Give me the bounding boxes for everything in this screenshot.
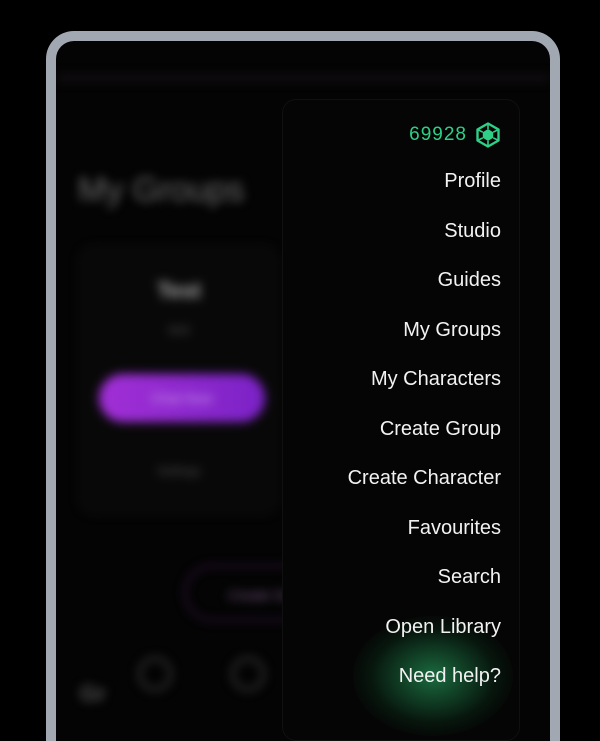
group-subtitle: test [168,322,190,337]
menu-item-need-help[interactable]: Need help? [399,665,501,688]
menu-item-my-characters[interactable]: My Characters [371,368,501,391]
dropdown-menu: 69928 Profile Studio Guides My Groups My… [282,99,520,741]
group-card: Test test Chat Now Settings [80,247,278,513]
top-bar [56,75,550,81]
menu-item-create-group[interactable]: Create Group [380,418,501,441]
menu-item-favourites[interactable]: Favourites [408,517,501,540]
nav-icon [138,657,172,691]
menu-item-create-character[interactable]: Create Character [348,467,501,490]
gem-icon [476,122,500,148]
chat-now-button: Chat Now [99,374,265,422]
group-name: Test [157,278,201,303]
menu-item-profile[interactable]: Profile [444,170,501,193]
chat-icon [231,657,265,691]
menu-item-search[interactable]: Search [438,566,501,589]
menu-item-open-library[interactable]: Open Library [385,616,501,639]
menu-item-studio[interactable]: Studio [444,220,501,243]
page-title: My Groups [78,171,245,209]
menu-item-my-groups[interactable]: My Groups [403,319,501,342]
coin-balance-value: 69928 [409,124,467,145]
section-heading: Gr [80,681,106,706]
group-settings-link: Settings [157,464,201,478]
coin-balance[interactable]: 69928 [409,120,501,150]
menu-item-guides[interactable]: Guides [438,269,501,292]
